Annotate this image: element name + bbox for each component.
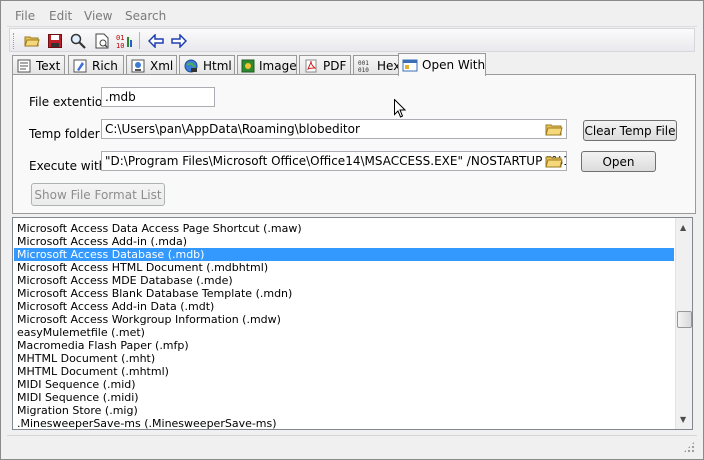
- image-icon: [241, 59, 255, 73]
- svg-text:10: 10: [116, 42, 124, 49]
- list-item[interactable]: MIDI Sequence (.mid): [14, 378, 674, 391]
- list-item[interactable]: Microsoft Access Workgroup Information (…: [14, 313, 674, 326]
- tab-html[interactable]: Html: [179, 55, 235, 75]
- svg-text:010: 010: [358, 67, 369, 73]
- list-item[interactable]: Microsoft Access Data Access Page Shortc…: [14, 222, 674, 235]
- toolbar-separator: [139, 32, 140, 49]
- open-folder-icon[interactable]: [22, 31, 42, 50]
- pdf-icon: [303, 59, 319, 73]
- browse-folder-icon[interactable]: [544, 121, 564, 137]
- tab-label: Image: [259, 58, 297, 73]
- scroll-up-icon[interactable]: ▲: [680, 223, 686, 232]
- xml-icon: [130, 59, 146, 73]
- tab-label: Rich: [92, 58, 118, 73]
- menu-file[interactable]: File: [15, 9, 35, 23]
- tab-label: Open With: [422, 58, 486, 72]
- tab-label: Text: [36, 58, 61, 73]
- browse-exe-icon[interactable]: [544, 153, 564, 169]
- execute-with-label: Execute with: [29, 159, 107, 173]
- execute-with-field[interactable]: "D:\Program Files\Microsoft Office\Offic…: [101, 151, 567, 171]
- tab-rich[interactable]: Rich: [68, 55, 124, 75]
- tab-open-with[interactable]: Open With: [398, 53, 486, 76]
- clear-temp-button[interactable]: Clear Temp File: [583, 120, 677, 141]
- tab-strip: Text Rich Xml Html Image PDF 001 010 Hex…: [12, 53, 696, 76]
- tab-text[interactable]: Text: [12, 55, 65, 75]
- text-icon: [16, 59, 32, 73]
- list-item[interactable]: Macromedia Flash Paper (.mfp): [14, 339, 674, 352]
- scroll-down-icon[interactable]: ▼: [680, 415, 686, 424]
- svg-text:01: 01: [116, 34, 124, 42]
- vertical-scrollbar[interactable]: ▲ ▼: [675, 218, 692, 429]
- rich-text-icon: [72, 59, 88, 73]
- menu-view[interactable]: View: [84, 9, 112, 23]
- back-arrow-icon[interactable]: [146, 31, 166, 50]
- status-bar: [7, 435, 697, 455]
- open-button[interactable]: Open: [581, 151, 656, 172]
- temp-folder-label: Temp folder: [29, 127, 100, 141]
- menu-bar: File Edit View Search: [7, 7, 697, 27]
- menu-search[interactable]: Search: [125, 9, 166, 23]
- open-with-panel: File extention .mdb Temp folder C:\Users…: [12, 74, 696, 214]
- show-format-list-button[interactable]: Show File Format List: [31, 183, 165, 206]
- toolbar: 01 10: [9, 28, 695, 52]
- tab-label: PDF: [323, 58, 347, 73]
- extension-label: File extention: [29, 95, 110, 109]
- list-item[interactable]: MHTML Document (.mht): [14, 352, 674, 365]
- extension-field[interactable]: .mdb: [101, 87, 215, 107]
- tab-label: Hex: [377, 58, 401, 73]
- document-icon[interactable]: [92, 31, 112, 50]
- list-item[interactable]: MIDI Sequence (.midi): [14, 391, 674, 404]
- mouse-cursor-icon: [394, 99, 406, 118]
- list-item[interactable]: Microsoft Access Add-in (.mda): [14, 235, 674, 248]
- forward-arrow-icon[interactable]: [169, 31, 189, 50]
- save-icon[interactable]: [45, 31, 65, 50]
- file-format-list[interactable]: Microsoft Access Data Access Page Shortc…: [12, 217, 693, 430]
- list-item[interactable]: easyMulemetfile (.met): [14, 326, 674, 339]
- tab-image[interactable]: Image: [237, 55, 297, 75]
- open-with-icon: [402, 58, 418, 72]
- find-icon[interactable]: [68, 31, 88, 50]
- svg-text:001: 001: [358, 60, 369, 67]
- resize-grip-icon[interactable]: [683, 441, 695, 453]
- app-window: File Edit View Search 01 10 Text Rich Xm…: [0, 0, 704, 460]
- tab-label: Html: [203, 58, 232, 73]
- menu-edit[interactable]: Edit: [49, 9, 72, 23]
- list-item[interactable]: MHTML Document (.mhtml): [14, 365, 674, 378]
- list-item[interactable]: Microsoft Access MDE Database (.mde): [14, 274, 674, 287]
- list-item[interactable]: .MinesweeperSave-ms (.MinesweeperSave-ms…: [14, 417, 674, 429]
- tab-label: Xml: [150, 58, 174, 73]
- list-item[interactable]: Microsoft Access Database (.mdb): [14, 248, 674, 261]
- toolbar-grip[interactable]: [13, 33, 16, 49]
- hex-chart-icon[interactable]: 01 10: [115, 31, 135, 50]
- scroll-thumb[interactable]: [677, 311, 692, 328]
- list-item[interactable]: Microsoft Access HTML Document (.mdbhtml…: [14, 261, 674, 274]
- tab-pdf[interactable]: PDF: [299, 55, 351, 75]
- list-item[interactable]: Microsoft Access Add-in Data (.mdt): [14, 300, 674, 313]
- tab-xml[interactable]: Xml: [126, 55, 177, 75]
- temp-folder-field[interactable]: C:\Users\pan\AppData\Roaming\blobeditor: [101, 119, 567, 139]
- list-item[interactable]: Microsoft Access Blank Database Template…: [14, 287, 674, 300]
- list-item[interactable]: Migration Store (.mig): [14, 404, 674, 417]
- globe-icon: [183, 59, 199, 73]
- binary-icon: 001 010: [357, 59, 373, 73]
